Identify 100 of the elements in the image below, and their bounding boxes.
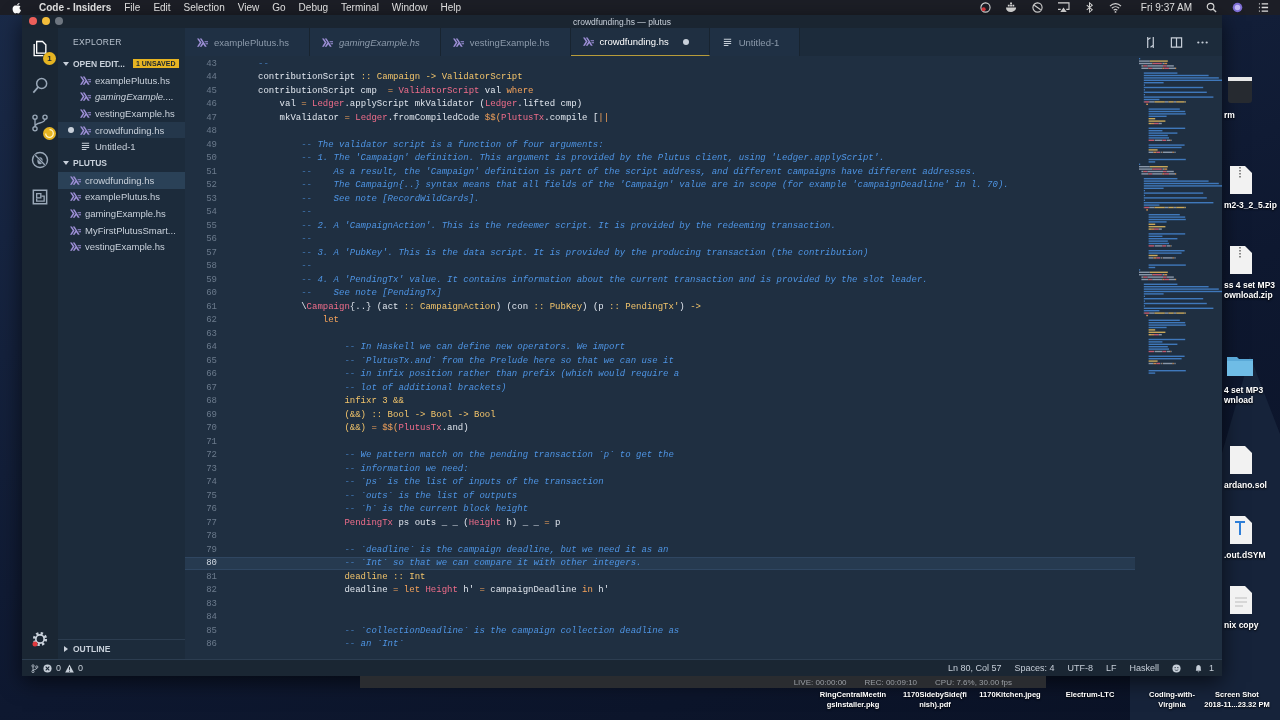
desktop-item-label[interactable]: rm xyxy=(1224,110,1280,120)
line-number: 52 xyxy=(205,180,217,191)
menu-item[interactable]: File xyxy=(124,2,141,13)
search-icon[interactable] xyxy=(1205,2,1218,13)
code-line: -- `PlutusTx.and` from the Prelude here so that we can use it xyxy=(343,355,674,366)
code-line: -- As a result, the 'Campaign' definition is part of the script address, and different campaigns have different addresses. xyxy=(300,166,977,177)
orb-icon[interactable] xyxy=(1231,2,1244,13)
source-control-icon[interactable] xyxy=(30,112,50,133)
line-number: 53 xyxy=(205,193,217,204)
desktop-item-label[interactable]: wnload xyxy=(1224,395,1280,405)
editor-tab[interactable]: vestingExample.hs xyxy=(440,28,571,56)
menu-item[interactable]: Go xyxy=(272,2,286,13)
explorer-entry[interactable]: examplePlutus.hs xyxy=(58,188,185,206)
branch-icon[interactable] xyxy=(30,663,39,673)
explorer-entry[interactable]: gamingExample.hs xyxy=(58,205,185,222)
line-ending[interactable]: LF xyxy=(1105,663,1117,673)
zoom-button[interactable] xyxy=(55,17,63,25)
desktop-item-label[interactable]: ardano.sol xyxy=(1224,480,1280,490)
minimize-button[interactable] xyxy=(42,17,50,25)
open-editor-item[interactable]: gamingExample.... xyxy=(58,88,185,106)
menu-item[interactable]: Terminal xyxy=(341,2,379,13)
split-editor-icon[interactable] xyxy=(1170,35,1183,49)
bell-icon[interactable] xyxy=(1194,663,1203,673)
line-number: 45 xyxy=(205,85,217,96)
line-number: 86 xyxy=(205,639,217,650)
line-number: 83 xyxy=(205,598,217,609)
indentation[interactable]: Spaces: 4 xyxy=(1014,663,1055,673)
line-number: 72 xyxy=(205,450,217,461)
text-file-icon xyxy=(721,37,733,47)
code-line: -- 1. The 'Campaign' definition. This argument is provided by the Plutus client, using 'Ledger.applyScript'. xyxy=(300,153,885,164)
cursor-position[interactable]: Ln 80, Col 57 xyxy=(947,663,1002,673)
list-icon[interactable] xyxy=(1257,2,1270,13)
desktop-item-label[interactable]: ss 4 set MP3 xyxy=(1224,280,1280,290)
open-editor-item[interactable]: examplePlutus.hs xyxy=(58,72,185,89)
desktop-item-label[interactable]: nix copy xyxy=(1224,620,1280,630)
open-editor-item[interactable]: vestingExample.hs xyxy=(58,105,185,122)
error-count[interactable]: 0 xyxy=(56,663,61,673)
menu-item[interactable]: View xyxy=(237,2,260,13)
open-editor-item[interactable]: Untitled-1 xyxy=(58,138,185,155)
line-number: 66 xyxy=(205,369,217,380)
line-number: 47 xyxy=(205,112,217,123)
search-icon[interactable] xyxy=(30,75,50,96)
warning-icon[interactable] xyxy=(65,663,74,673)
wifi-icon[interactable] xyxy=(1108,2,1122,13)
menu-item[interactable]: Window xyxy=(391,2,428,13)
explorer-entry[interactable]: vestingExample.hs xyxy=(58,238,185,255)
menu-item[interactable]: Help xyxy=(440,2,461,13)
apple-logo-icon[interactable] xyxy=(12,1,22,14)
explorer-entry[interactable]: crowdfunding.hs xyxy=(58,171,185,189)
haskell-file-icon xyxy=(70,225,81,235)
desktop-item-label[interactable]: .out.dSYM xyxy=(1224,550,1280,560)
code-line: deadline = let Height h' = campaignDeadline in h' xyxy=(343,585,610,596)
desktop-item-label[interactable]: ownload.zip xyxy=(1224,290,1280,300)
line-number: 61 xyxy=(205,301,217,312)
line-number: 57 xyxy=(205,247,217,258)
editor-tab[interactable]: gamingExample.hs xyxy=(310,28,441,56)
haskell-file-icon xyxy=(582,37,594,46)
editor-tab[interactable]: Untitled-1 xyxy=(709,28,801,56)
smiley-icon[interactable] xyxy=(1172,663,1181,673)
screen-icon[interactable] xyxy=(1056,2,1070,13)
cpu-reading: CPU: 7.6%, 30.00 fps xyxy=(935,677,1012,687)
line-number: 70 xyxy=(205,423,217,434)
debug-icon[interactable] xyxy=(30,149,50,170)
encoding[interactable]: UTF-8 xyxy=(1067,663,1093,673)
open-editor-item[interactable]: crowdfunding.hs xyxy=(58,121,185,139)
error-icon[interactable] xyxy=(43,663,52,673)
code-line: -- xyxy=(300,207,312,218)
editor-tab[interactable]: examplePlutus.hs xyxy=(185,28,310,56)
compare-icon[interactable] xyxy=(1144,35,1157,49)
code-line: -- The Campaign{..} syntax means that all fields of the 'Campaign' value are in scope (for example 'campaignDeadline' in l. 70). xyxy=(300,180,1009,191)
code-line: -- xyxy=(258,58,269,69)
clock-text[interactable]: Fri 9:37 AM xyxy=(1140,2,1192,13)
desktop-item-label[interactable]: 4 set MP3 xyxy=(1224,385,1280,395)
section-header[interactable]: OUTLINE xyxy=(58,639,185,657)
editor-tab[interactable]: crowdfunding.hs xyxy=(570,28,710,56)
explorer-entry[interactable]: MyFirstPlutusSmart... xyxy=(58,221,185,239)
menu-item[interactable]: Edit xyxy=(153,2,171,13)
menu-item[interactable]: Debug xyxy=(298,2,329,13)
code-line: contributionScript cmp = ValidatorScript val where xyxy=(258,85,534,96)
code-line: mkValidator = Ledger.fromCompiledCode $$(PlutusTx.compile [|| xyxy=(278,112,610,123)
line-number: 84 xyxy=(205,612,217,623)
line-number: 43 xyxy=(205,58,217,69)
app-icon[interactable] xyxy=(1226,75,1254,105)
warning-count[interactable]: 0 xyxy=(78,663,84,673)
menu-item[interactable]: Selection xyxy=(183,2,225,13)
line-number: 65 xyxy=(205,355,217,366)
desktop-item-label[interactable]: m2-3_2_5.zip xyxy=(1224,200,1280,210)
section-header[interactable]: PLUTUS xyxy=(58,154,185,172)
circle-slash-icon[interactable] xyxy=(1030,2,1044,13)
notification-count[interactable]: 1 xyxy=(1209,663,1214,673)
close-button[interactable] xyxy=(29,17,37,25)
line-number: 79 xyxy=(205,544,217,555)
code-line: -- in infix position rather than prefix (which would require a xyxy=(343,369,680,380)
record-icon[interactable] xyxy=(978,2,992,13)
whale-icon[interactable] xyxy=(1004,2,1018,13)
line-number: 64 xyxy=(205,342,217,353)
line-number: 44 xyxy=(205,72,217,83)
app-name[interactable]: Code - Insiders xyxy=(39,2,112,13)
line-number: 77 xyxy=(205,517,217,528)
language-mode[interactable]: Haskell xyxy=(1129,663,1159,673)
